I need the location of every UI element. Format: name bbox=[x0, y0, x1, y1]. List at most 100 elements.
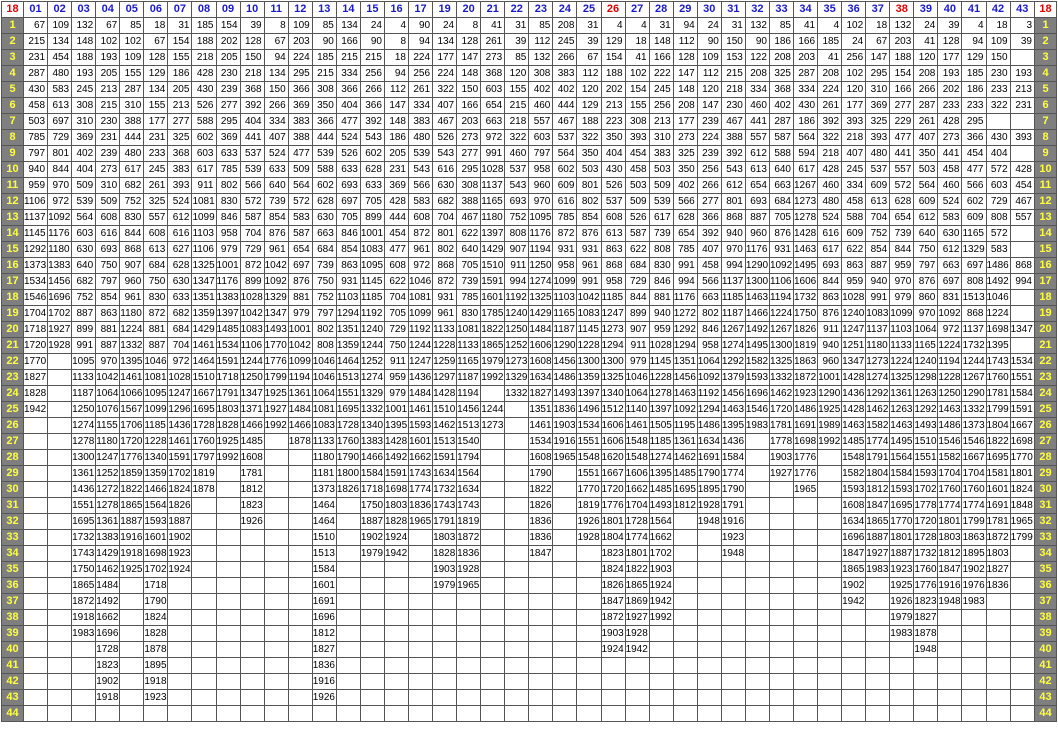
table-cell: 322 bbox=[504, 129, 530, 146]
table-cell bbox=[841, 625, 867, 642]
row-label-left: 2 bbox=[1, 33, 24, 50]
table-cell: 1351 bbox=[335, 321, 361, 338]
table-cell: 617 bbox=[648, 209, 674, 226]
table-cell: 1099 bbox=[287, 353, 313, 370]
row-label-right: 2 bbox=[1034, 33, 1057, 50]
table-cell: 1300 bbox=[744, 273, 770, 290]
table-cell: 1228 bbox=[143, 433, 169, 450]
table-cell: 8 bbox=[456, 17, 482, 34]
table-cell: 617 bbox=[191, 161, 217, 178]
table-cell bbox=[744, 657, 770, 674]
table-cell: 616 bbox=[817, 225, 843, 242]
table-cell: 334 bbox=[263, 113, 289, 130]
table-cell: 526 bbox=[335, 145, 361, 162]
table-cell bbox=[47, 497, 73, 514]
table-cell bbox=[1009, 241, 1036, 258]
table-cell: 1826 bbox=[792, 321, 819, 338]
table-cell: 1137 bbox=[480, 177, 506, 194]
column-header: 41 bbox=[961, 1, 987, 18]
column-header: 25 bbox=[576, 1, 602, 18]
table-cell: 1720 bbox=[768, 401, 795, 418]
table-cell: 1702 bbox=[167, 465, 193, 482]
table-cell: 524 bbox=[937, 193, 963, 210]
table-cell: 1620 bbox=[600, 449, 626, 466]
table-cell: 287 bbox=[119, 81, 145, 98]
table-cell bbox=[359, 657, 385, 674]
table-cell bbox=[47, 689, 73, 706]
table-cell: 224 bbox=[407, 49, 434, 66]
table-cell: 557 bbox=[889, 161, 915, 178]
table-cell: 1250 bbox=[528, 257, 554, 274]
table-cell: 1828 bbox=[432, 545, 458, 562]
table-cell: 460 bbox=[504, 145, 530, 162]
table-cell: 1591 bbox=[215, 353, 241, 370]
table-cell: 1042 bbox=[576, 289, 602, 306]
table-cell: 1493 bbox=[263, 321, 289, 338]
table-cell: 622 bbox=[841, 241, 867, 258]
table-row: 5 430 583 245 213 287 134 205 430 239 368 150 366 308… bbox=[1, 81, 1057, 98]
table-row: 3 231 454 188 193 109 128 155 218 205 150 94 224 185 2… bbox=[1, 49, 1057, 66]
column-header: 43 bbox=[1009, 1, 1036, 18]
table-cell: 1704 bbox=[624, 497, 650, 514]
table-cell: 1593 bbox=[841, 481, 867, 498]
table-cell bbox=[239, 545, 265, 562]
table-cell: 630 bbox=[167, 273, 193, 290]
table-cell: 881 bbox=[287, 289, 313, 306]
table-cell: 1192 bbox=[359, 305, 385, 322]
table-cell: 1799 bbox=[1009, 529, 1036, 546]
table-cell: 1732 bbox=[432, 481, 458, 498]
table-cell: 147 bbox=[383, 97, 410, 114]
table-cell: 612 bbox=[744, 145, 770, 162]
table-cell: 1823 bbox=[239, 497, 265, 514]
table-cell: 334 bbox=[841, 177, 867, 194]
table-cell: 693 bbox=[744, 193, 770, 210]
table-cell bbox=[47, 433, 73, 450]
table-cell: 1927 bbox=[865, 545, 891, 562]
table-cell: 739 bbox=[648, 225, 674, 242]
table-cell: 960 bbox=[528, 177, 554, 194]
table-cell bbox=[383, 561, 410, 578]
table-cell: 1485 bbox=[239, 433, 265, 450]
row-label-left: 23 bbox=[1, 369, 24, 386]
row-label-left: 16 bbox=[1, 257, 24, 274]
table-cell: 972 bbox=[407, 257, 434, 274]
table-cell: 1801 bbox=[937, 513, 963, 530]
table-cell: 566 bbox=[696, 273, 722, 290]
table-cell: 120 bbox=[576, 81, 602, 98]
table-cell: 682 bbox=[167, 305, 193, 322]
table-cell: 693 bbox=[817, 257, 843, 274]
table-cell: 1329 bbox=[961, 241, 987, 258]
table-cell: 1847 bbox=[937, 561, 963, 578]
table-cell bbox=[383, 657, 410, 674]
table-cell bbox=[768, 529, 795, 546]
table-cell: 1224 bbox=[985, 305, 1011, 322]
table-cell: 1395 bbox=[648, 465, 674, 482]
table-cell: 907 bbox=[624, 321, 650, 338]
table-cell: 1776 bbox=[913, 577, 939, 594]
table-cell: 308 bbox=[624, 113, 650, 130]
table-cell: 231 bbox=[22, 49, 49, 66]
row-label-left: 18 bbox=[1, 289, 24, 306]
table-cell: 454 bbox=[383, 225, 410, 242]
table-row: 22 1770 1095 970 1395 1046 972 1464 1591 1244 1776… bbox=[1, 353, 1057, 370]
table-cell: 109 bbox=[985, 33, 1011, 50]
table-cell: 1484 bbox=[407, 385, 434, 402]
table-cell bbox=[792, 593, 819, 610]
table-cell bbox=[47, 385, 73, 402]
table-cell: 844 bbox=[817, 273, 843, 290]
table-row: 11 959 970 509 310 682 261 393 911 802 566 640 564 60… bbox=[1, 177, 1057, 194]
table-cell: 1903 bbox=[552, 417, 578, 434]
table-cell: 1492 bbox=[744, 321, 770, 338]
table-cell: 1804 bbox=[600, 529, 626, 546]
table-cell: 1395 bbox=[985, 337, 1011, 354]
table-cell: 1259 bbox=[432, 353, 458, 370]
table-cell bbox=[287, 705, 313, 722]
table-cell: 147 bbox=[672, 65, 698, 82]
table-cell bbox=[191, 497, 217, 514]
table-cell: 1826 bbox=[600, 577, 626, 594]
table-cell: 876 bbox=[287, 273, 313, 290]
table-cell bbox=[552, 673, 578, 690]
table-cell bbox=[889, 689, 915, 706]
table-cell: 801 bbox=[576, 177, 602, 194]
table-cell: 1774 bbox=[865, 433, 891, 450]
